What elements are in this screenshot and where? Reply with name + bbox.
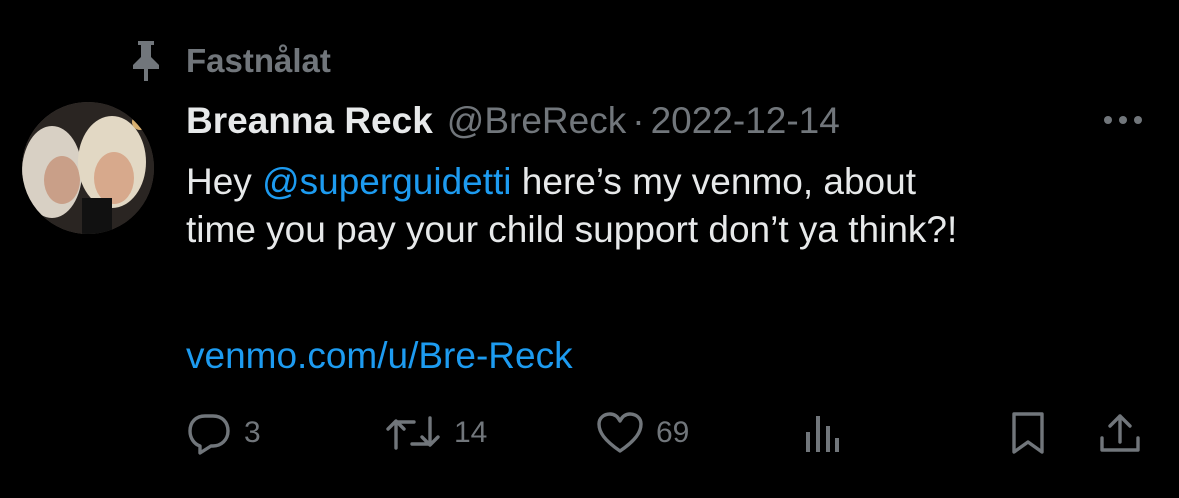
tweet-text-suffix: here’s my venmo, about xyxy=(511,161,916,202)
avatar[interactable] xyxy=(22,102,154,234)
author-handle[interactable]: @BreReck xyxy=(447,100,626,142)
retweet-icon xyxy=(384,410,442,456)
share-icon xyxy=(1098,410,1142,456)
pinned-indicator: Fastnålat xyxy=(128,36,331,86)
more-icon[interactable] xyxy=(1098,108,1148,132)
tweet-text-prefix: Hey xyxy=(186,161,263,202)
heart-icon xyxy=(596,410,644,456)
mention-link[interactable]: @superguidetti xyxy=(262,161,511,202)
like-count: 69 xyxy=(656,416,690,449)
retweet-count: 14 xyxy=(454,416,488,449)
reply-count: 3 xyxy=(244,416,261,449)
action-bar: 3 14 69 xyxy=(0,408,1179,458)
views-button[interactable] xyxy=(802,408,842,458)
pin-icon xyxy=(128,39,164,83)
tweet-date[interactable]: 2022-12-14 xyxy=(651,100,840,142)
reply-button[interactable]: 3 xyxy=(186,408,261,458)
share-button[interactable] xyxy=(1098,408,1142,458)
reply-icon xyxy=(186,410,232,456)
analytics-icon xyxy=(802,410,842,456)
pinned-label: Fastnålat xyxy=(186,42,331,79)
bookmark-icon xyxy=(1008,410,1048,456)
retweet-button[interactable]: 14 xyxy=(384,408,487,458)
tweet-header: Breanna Reck @BreReck · 2022-12-14 xyxy=(186,94,840,148)
bookmark-button[interactable] xyxy=(1008,408,1048,458)
separator-dot: · xyxy=(632,100,645,141)
venmo-link[interactable]: venmo.com/u/Bre-Reck xyxy=(186,332,573,380)
tweet-text: Hey @superguidetti here’s my venmo, abou… xyxy=(186,158,1146,254)
tweet-text-line-1: Hey @superguidetti here’s my venmo, abou… xyxy=(186,158,1146,206)
tweet-text-line-2: time you pay your child support don’t ya… xyxy=(186,209,958,250)
like-button[interactable]: 69 xyxy=(596,408,689,458)
author-name[interactable]: Breanna Reck xyxy=(186,100,433,142)
